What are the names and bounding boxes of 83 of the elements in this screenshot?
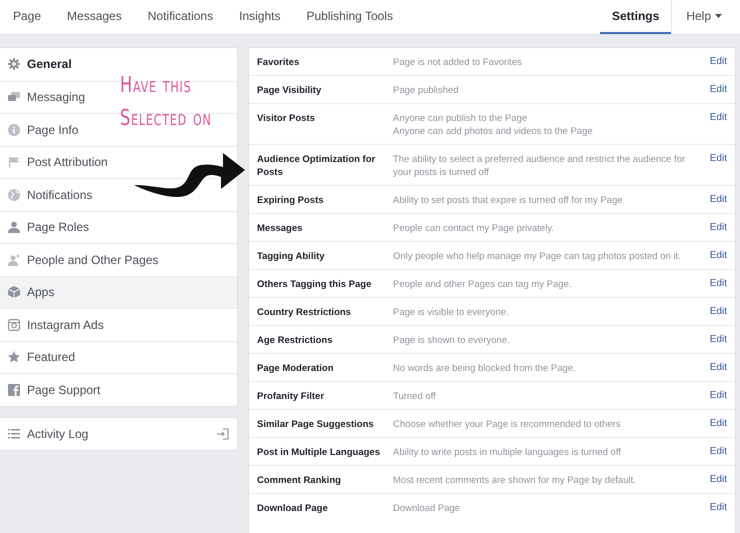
setting-value: Turned off — [393, 390, 437, 403]
setting-name: Page Visibility — [257, 84, 322, 97]
setting-name: Age Restrictions — [257, 334, 334, 347]
setting-value: The ability to select a preferred audience and restrict the audience for your posts is turned off — [393, 153, 686, 179]
setting-name: Expiring Posts — [257, 194, 325, 207]
nav-tab[interactable]: Insights — [226, 0, 294, 34]
sidebar-item[interactable]: Notifications — [8, 188, 92, 202]
sidebar-item[interactable]: General — [8, 57, 72, 72]
edit-link[interactable]: Edit — [710, 389, 727, 401]
edit-link[interactable]: Edit — [710, 333, 727, 345]
edit-link[interactable]: Edit — [710, 417, 727, 429]
sidebar-item[interactable]: Featured — [8, 350, 76, 364]
edit-link[interactable]: Edit — [710, 305, 727, 317]
edit-link[interactable]: Edit — [710, 501, 727, 513]
people-icon — [8, 254, 20, 266]
nav-tab[interactable]: Messages — [54, 0, 135, 34]
setting-value: Ability to set posts that expire is turned off for my Page — [393, 194, 624, 207]
sidebar-item[interactable]: Post Attribution — [8, 155, 108, 170]
edit-link[interactable]: Edit — [710, 83, 727, 95]
list-icon — [8, 428, 20, 439]
edit-link[interactable]: Edit — [710, 111, 727, 123]
gear-icon — [8, 58, 20, 70]
cube-icon — [8, 286, 20, 298]
sign-in-icon — [217, 428, 229, 440]
info-icon — [8, 124, 20, 136]
setting-name: Post in Multiple Languages — [257, 446, 381, 459]
sidebar-item[interactable]: Page Info — [8, 122, 78, 137]
star-icon — [8, 351, 20, 364]
setting-name: Page Moderation — [257, 362, 335, 375]
setting-value: Only people who help manage my Page can tag photos posted on it. — [393, 250, 682, 263]
setting-name: Visitor Posts — [257, 112, 316, 125]
setting-value: Ability to write posts in multiple languages is turned off — [393, 446, 622, 459]
sidebar-item[interactable]: People and Other Pages — [8, 252, 158, 267]
setting-name: Download Page — [257, 502, 329, 515]
annotation-text: Selected on — [120, 105, 212, 133]
setting-value: Page is visible to everyone. — [393, 306, 510, 319]
setting-value: Anyone can publish to the Page — [393, 112, 528, 125]
edit-link[interactable]: Edit — [710, 277, 727, 289]
setting-value: Anyone can add photos and videos to the Page — [393, 125, 594, 138]
setting-value: Most recent comments are shown for my Page by default. — [393, 474, 637, 487]
flag-icon — [8, 156, 20, 168]
setting-value: People can contact my Page privately. — [393, 222, 555, 235]
setting-name: Comment Ranking — [257, 474, 342, 487]
setting-name: Profanity Filter — [257, 390, 326, 403]
setting-value: No words are being blocked from the Page. — [393, 362, 577, 375]
help-menu[interactable]: Help — [671, 0, 740, 34]
setting-name: Others Tagging this Page — [257, 278, 372, 291]
setting-value: Page is shown to everyone. — [393, 334, 511, 347]
person-icon — [8, 221, 20, 234]
setting-name: Favorites — [257, 56, 300, 69]
edit-link[interactable]: Edit — [710, 361, 727, 373]
settings-tab[interactable]: Settings — [600, 0, 672, 34]
setting-value: Page is not added to Favorites — [393, 56, 523, 69]
sidebar-item[interactable]: Page Roles — [8, 220, 90, 234]
globe-icon — [8, 188, 20, 201]
setting-name: Audience Optimization for Posts — [257, 153, 376, 179]
edit-link[interactable]: Edit — [710, 152, 727, 164]
activity-log-link[interactable]: Activity Log — [0, 418, 237, 450]
setting-name: Similar Page Suggestions — [257, 418, 375, 431]
edit-link[interactable]: Edit — [710, 445, 727, 457]
annotation-text: Have this — [120, 72, 192, 100]
nav-tab[interactable]: Notifications — [134, 0, 226, 34]
edit-link[interactable]: Edit — [710, 249, 727, 261]
setting-name: Messages — [257, 222, 304, 235]
setting-value: Download Page — [393, 502, 462, 515]
sidebar-item[interactable]: Messaging — [8, 90, 86, 104]
edit-link[interactable]: Edit — [710, 55, 727, 67]
camera-icon — [8, 318, 20, 331]
edit-link[interactable]: Edit — [710, 193, 727, 205]
setting-value: Page published — [393, 84, 460, 97]
edit-link[interactable]: Edit — [710, 221, 727, 233]
sidebar-item[interactable]: Apps — [8, 285, 54, 300]
edit-link[interactable]: Edit — [710, 473, 727, 485]
setting-name: Country Restrictions — [257, 306, 352, 319]
setting-value: People and other Pages can tag my Page. — [393, 278, 573, 291]
sidebar-item[interactable]: Page Support — [8, 382, 100, 397]
setting-value: Choose whether your Page is recommended to others — [393, 418, 622, 431]
setting-name: Tagging Ability — [257, 250, 326, 263]
sidebar-item[interactable]: Instagram Ads — [8, 318, 104, 332]
chat-icon — [8, 91, 20, 104]
caret-icon — [715, 14, 722, 18]
nav-tab[interactable]: Page — [13, 0, 54, 34]
nav-tab[interactable]: Publishing Tools — [293, 0, 406, 34]
